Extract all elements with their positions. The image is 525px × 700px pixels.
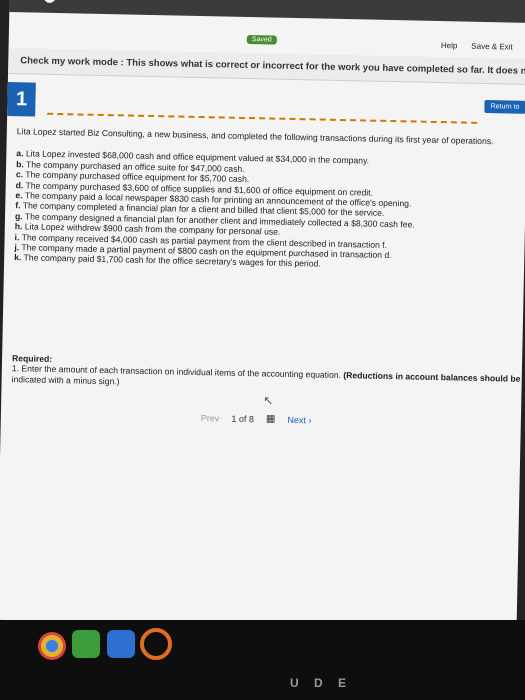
check-mode-text: Check my work mode : This shows what is … bbox=[20, 55, 525, 79]
question-intro: Lita Lopez started Biz Consulting, a new… bbox=[16, 126, 494, 147]
browser-screen: HW i Saved Help Save & Exit Check my wor… bbox=[0, 0, 525, 631]
return-button[interactable]: Return to bbox=[484, 99, 525, 114]
brand-label: HW bbox=[20, 0, 39, 3]
divider bbox=[47, 112, 478, 124]
save-exit-link[interactable]: Save & Exit bbox=[471, 42, 513, 52]
saved-badge: Saved bbox=[246, 34, 277, 45]
app-orange-icon[interactable] bbox=[140, 628, 172, 660]
info-icon[interactable]: i bbox=[43, 0, 57, 3]
pagination: Prev 1 of 8 ▦ Next › bbox=[201, 412, 312, 425]
bezel-text: U D E bbox=[290, 676, 353, 690]
question-content: Lita Lopez started Biz Consulting, a new… bbox=[12, 126, 521, 395]
question-number: 1 bbox=[7, 81, 36, 117]
chrome-icon[interactable] bbox=[38, 632, 66, 660]
app-blue-icon[interactable] bbox=[107, 630, 135, 658]
prev-button[interactable]: Prev bbox=[201, 413, 220, 423]
top-bar: HW i bbox=[9, 0, 525, 23]
page-indicator: 1 of 8 bbox=[231, 413, 255, 424]
mouse-cursor-icon: ↖ bbox=[263, 393, 274, 408]
toolbar-links: Help Save & Exit bbox=[441, 41, 513, 52]
grid-icon[interactable]: ▦ bbox=[266, 413, 276, 424]
check-mode-bar: Check my work mode : This shows what is … bbox=[8, 47, 525, 85]
app-green-icon[interactable] bbox=[72, 630, 100, 658]
next-button[interactable]: Next › bbox=[287, 414, 311, 425]
help-link[interactable]: Help bbox=[441, 41, 458, 50]
